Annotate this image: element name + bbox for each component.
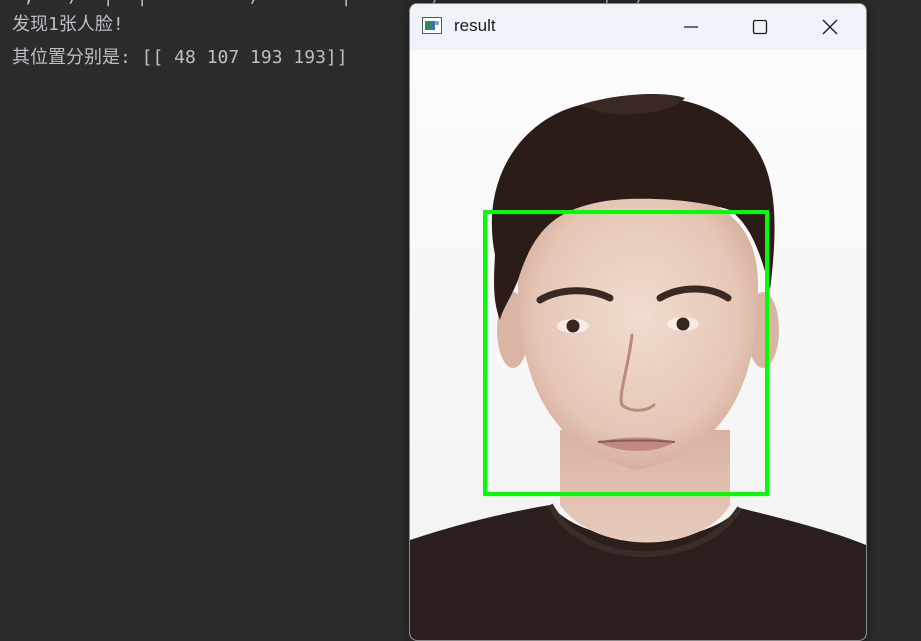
result-window[interactable]: result bbox=[409, 3, 867, 641]
minimize-button[interactable] bbox=[668, 4, 714, 50]
close-button[interactable] bbox=[807, 4, 853, 50]
maximize-icon bbox=[752, 19, 768, 35]
face-detection-box bbox=[483, 210, 769, 496]
console-line-face-positions: 其位置分别是: [[ 48 107 193 193]] bbox=[12, 47, 348, 68]
console-line-face-count: 发现1张人脸! bbox=[12, 14, 124, 35]
window-title: result bbox=[454, 16, 496, 35]
window-titlebar[interactable]: result bbox=[410, 4, 866, 50]
maximize-button[interactable] bbox=[737, 4, 783, 50]
app-icon bbox=[422, 17, 442, 34]
close-icon bbox=[822, 19, 838, 35]
minimize-icon bbox=[684, 26, 698, 28]
result-image bbox=[410, 50, 866, 640]
